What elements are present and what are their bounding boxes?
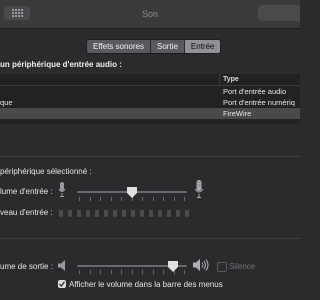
selected-device-heading: périphérique sélectionné : [0,167,92,176]
input-level-segment [113,210,117,217]
input-level-segment [131,210,135,217]
tab-bar: Effets sonores Sortie Entrée [86,39,222,54]
input-level-segment [176,210,180,217]
microphone-low-icon [58,182,66,197]
tab-input[interactable]: Entrée [184,40,221,53]
input-volume-label: lume d'entrée : [0,187,53,196]
input-level-segment [158,210,162,217]
input-volume-slider-thumb[interactable] [127,187,137,198]
input-level-segment [167,210,171,217]
input-level-segment [68,210,72,217]
section-divider [0,156,300,157]
show-volume-menubar-checkbox[interactable] [58,280,66,288]
column-divider [219,74,220,85]
input-level-segment [185,210,189,217]
device-type: FireWire [223,109,252,118]
section-divider [0,238,300,239]
input-level-segment [104,210,108,217]
input-level-segment [77,210,81,217]
checkmark-icon [59,281,66,288]
mute-label: Silence [229,262,256,271]
input-level-segment [59,210,63,217]
input-level-meter [59,210,189,217]
device-type: Port d'entrée numériq [223,98,295,107]
table-row[interactable]: que Port d'entrée numériq [0,97,300,108]
output-volume-slider-thumb[interactable] [167,261,178,272]
input-level-segment [149,210,153,217]
tab-output[interactable]: Sortie [151,40,185,53]
table-header: Type [0,74,300,86]
microphone-high-icon [194,180,204,198]
output-volume-label: ume de sortie : [0,262,53,271]
device-type: Port d'entrée audio [223,87,287,96]
device-name: que [0,98,13,107]
table-row[interactable]: Port d'entrée audio [0,86,300,97]
window-titlebar: Son [0,0,300,29]
input-device-table: Type Port d'entrée audio que Port d'entr… [0,74,300,124]
window-title: Son [141,9,158,19]
search-field[interactable] [258,5,300,21]
speaker-high-icon [193,259,209,271]
input-device-heading: un périphérique d'entrée audio : [0,60,122,69]
input-level-segment [140,210,144,217]
table-row-selected[interactable]: FireWire [0,108,300,119]
tab-sound-effects[interactable]: Effets sonores [87,40,151,53]
input-level-label: veau d'entrée : [0,208,53,217]
input-level-segment [86,210,90,217]
speaker-low-icon [58,260,65,271]
input-level-segment [95,210,99,217]
column-header-type[interactable]: Type [223,76,239,83]
input-level-segment [122,210,126,217]
mute-checkbox[interactable] [217,262,227,272]
show-volume-menubar-label: Afficher le volume dans la barre des men… [69,280,223,289]
